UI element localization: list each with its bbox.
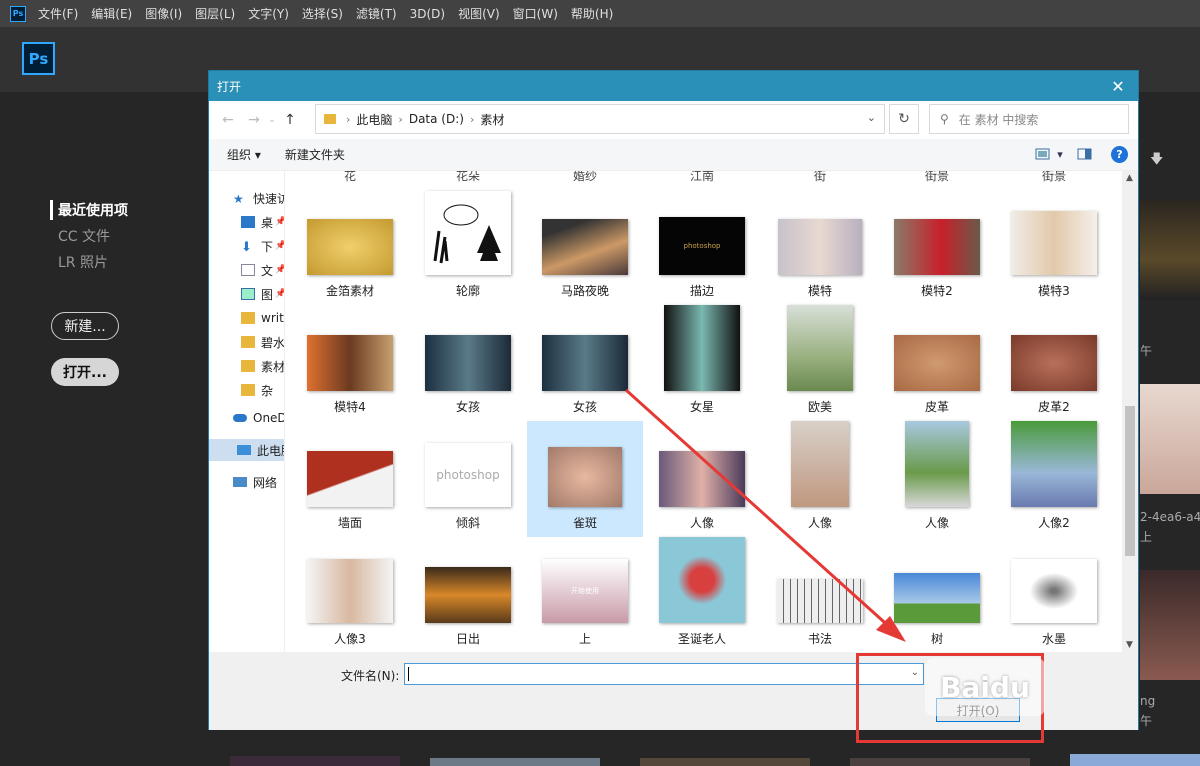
annotation-arrow <box>624 388 906 642</box>
arrow-line <box>624 388 895 632</box>
watermark: Baidu <box>925 658 1045 716</box>
